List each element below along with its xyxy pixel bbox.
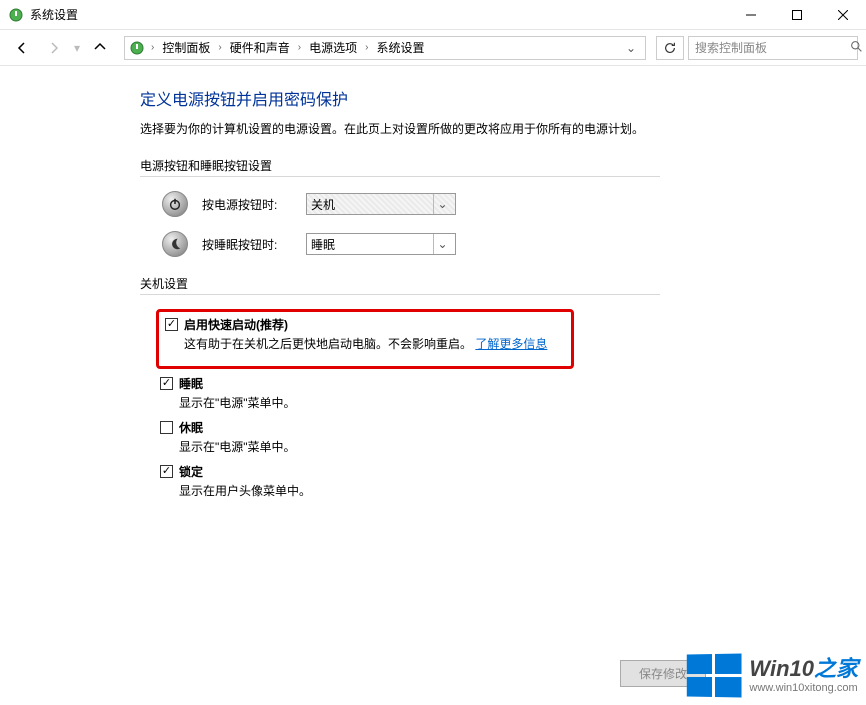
back-button[interactable] <box>8 34 36 62</box>
navbar: ▾ › 控制面板 › 硬件和声音 › 电源选项 › 系统设置 ⌄ <box>0 30 866 66</box>
window-title: 系统设置 <box>30 6 78 23</box>
chevron-right-icon: › <box>296 42 303 53</box>
lock-checkbox[interactable] <box>160 465 173 478</box>
sleep-button-label: 按睡眠按钮时: <box>202 236 292 253</box>
fast-startup-checkbox[interactable] <box>165 318 178 331</box>
close-button[interactable] <box>820 0 866 30</box>
maximize-button[interactable] <box>774 0 820 30</box>
sleep-icon <box>162 231 188 257</box>
window-controls <box>728 0 866 30</box>
lock-title: 锁定 <box>179 463 311 480</box>
highlight-box: 启用快速启动(推荐) 这有助于在关机之后更快地启动电脑。不会影响重启。 了解更多… <box>156 309 574 369</box>
watermark-main2: 之家 <box>814 656 858 681</box>
watermark-url: www.win10xitong.com <box>749 682 858 694</box>
chevron-right-icon: › <box>216 42 223 53</box>
hibernate-checkbox[interactable] <box>160 421 173 434</box>
search-input[interactable] <box>695 41 850 55</box>
breadcrumb-item[interactable]: 硬件和声音 <box>226 37 294 58</box>
sleep-row: 睡眠 显示在"电源"菜单中。 <box>160 375 856 411</box>
hibernate-desc: 显示在"电源"菜单中。 <box>179 438 296 455</box>
hibernate-row: 休眠 显示在"电源"菜单中。 <box>160 419 856 455</box>
lock-text: 锁定 显示在用户头像菜单中。 <box>179 463 311 499</box>
chevron-right-icon: › <box>363 42 370 53</box>
sleep-text: 睡眠 显示在"电源"菜单中。 <box>179 375 296 411</box>
nav-sep: ▾ <box>74 41 80 55</box>
addressbar-dropdown[interactable]: ⌄ <box>621 41 641 55</box>
learn-more-link[interactable]: 了解更多信息 <box>475 337 547 351</box>
lock-desc: 显示在用户头像菜单中。 <box>179 482 311 499</box>
lock-row: 锁定 显示在用户头像菜单中。 <box>160 463 856 499</box>
sleep-desc: 显示在"电源"菜单中。 <box>179 394 296 411</box>
fast-startup-title: 启用快速启动(推荐) <box>184 316 547 333</box>
chevron-down-icon: ⌄ <box>433 194 451 214</box>
power-button-label: 按电源按钮时: <box>202 196 292 213</box>
breadcrumb-item[interactable]: 控制面板 <box>158 37 214 58</box>
dropdown-value: 关机 <box>311 196 429 213</box>
addressbar[interactable]: › 控制面板 › 硬件和声音 › 电源选项 › 系统设置 ⌄ <box>124 36 646 60</box>
sleep-button-row: 按睡眠按钮时: 睡眠 ⌄ <box>162 231 856 257</box>
sleep-title: 睡眠 <box>179 375 296 392</box>
app-icon <box>8 7 24 23</box>
content: 定义电源按钮并启用密码保护 选择要为你的计算机设置的电源设置。在此页上对设置所做… <box>0 66 866 527</box>
addressbar-icon <box>129 40 145 56</box>
section-power-buttons: 电源按钮和睡眠按钮设置 按电源按钮时: 关机 ⌄ 按睡眠按钮时: 睡眠 ⌄ <box>140 157 856 257</box>
hibernate-title: 休眠 <box>179 419 296 436</box>
sleep-checkbox[interactable] <box>160 377 173 390</box>
windows-logo-icon <box>687 653 742 697</box>
minimize-button[interactable] <box>728 0 774 30</box>
breadcrumb-item[interactable]: 电源选项 <box>305 37 361 58</box>
chevron-down-icon: ⌄ <box>433 234 451 254</box>
watermark-main1: Win10 <box>749 656 814 681</box>
watermark-text: Win10之家 www.win10xitong.com <box>749 657 858 693</box>
power-button-row: 按电源按钮时: 关机 ⌄ <box>162 191 856 217</box>
section-legend: 电源按钮和睡眠按钮设置 <box>140 157 660 177</box>
search-box[interactable] <box>688 36 858 60</box>
power-button-dropdown[interactable]: 关机 ⌄ <box>306 193 456 215</box>
watermark-main: Win10之家 <box>749 657 858 681</box>
up-button[interactable] <box>86 34 114 62</box>
page-heading: 定义电源按钮并启用密码保护 <box>140 86 856 110</box>
section-legend: 关机设置 <box>140 275 660 295</box>
breadcrumb-item[interactable]: 系统设置 <box>372 37 428 58</box>
watermark: Win10之家 www.win10xitong.com <box>686 654 858 697</box>
power-icon <box>162 191 188 217</box>
section-shutdown: 关机设置 启用快速启动(推荐) 这有助于在关机之后更快地启动电脑。不会影响重启。… <box>140 275 856 499</box>
dropdown-value: 睡眠 <box>311 236 429 253</box>
titlebar: 系统设置 <box>0 0 866 30</box>
fast-startup-desc-text: 这有助于在关机之后更快地启动电脑。不会影响重启。 <box>184 337 472 351</box>
fast-startup-desc: 这有助于在关机之后更快地启动电脑。不会影响重启。 了解更多信息 <box>184 335 547 352</box>
search-icon[interactable] <box>850 40 863 56</box>
fast-startup-text: 启用快速启动(推荐) 这有助于在关机之后更快地启动电脑。不会影响重启。 了解更多… <box>184 316 547 352</box>
sleep-button-dropdown[interactable]: 睡眠 ⌄ <box>306 233 456 255</box>
hibernate-text: 休眠 显示在"电源"菜单中。 <box>179 419 296 455</box>
fast-startup-row: 启用快速启动(推荐) 这有助于在关机之后更快地启动电脑。不会影响重启。 了解更多… <box>165 316 565 352</box>
page-subtext: 选择要为你的计算机设置的电源设置。在此页上对设置所做的更改将应用于你所有的电源计… <box>140 120 856 137</box>
refresh-button[interactable] <box>656 36 684 60</box>
chevron-right-icon: › <box>149 42 156 53</box>
forward-button[interactable] <box>40 34 68 62</box>
